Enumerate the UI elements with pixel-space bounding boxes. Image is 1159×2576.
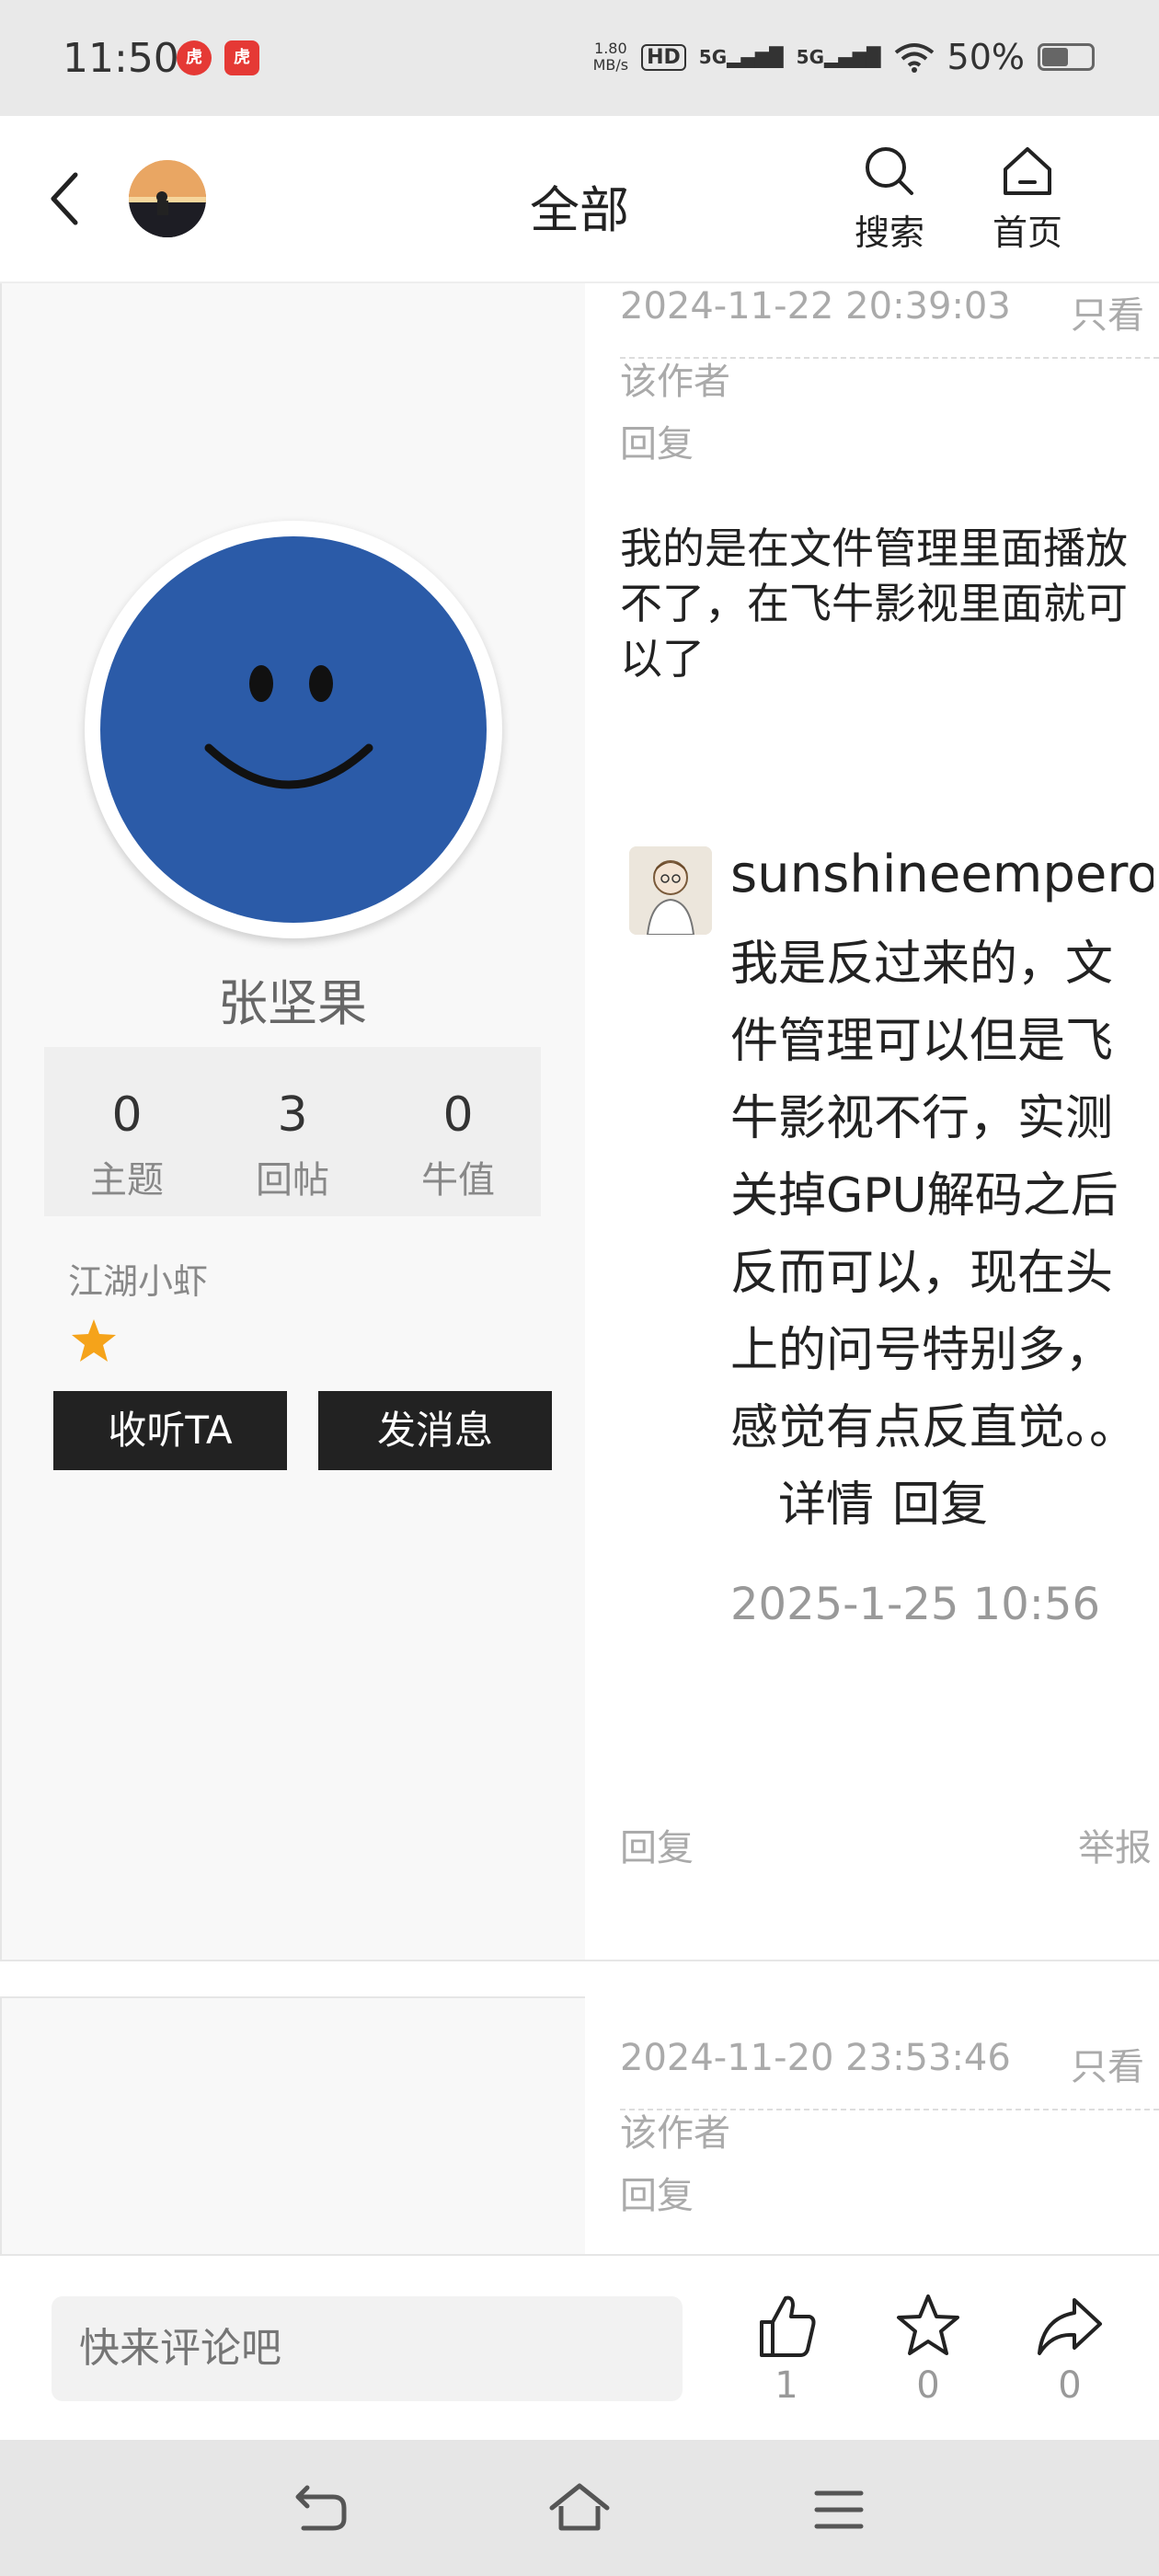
author-stats: 0 主题 3 回帖 0 牛值: [44, 1047, 541, 1216]
favorite-button[interactable]: 0: [878, 2293, 979, 2407]
only-author-link[interactable]: 该作者: [620, 2103, 730, 2156]
back-arrow-icon[interactable]: [46, 171, 83, 226]
home-button[interactable]: 首页: [977, 144, 1078, 255]
search-icon: [866, 147, 913, 195]
post-timestamp: 2024-11-20 23:53:46: [620, 2037, 1011, 2079]
status-indicators: 1.80 MB/s HD 5G▂▄▆█ 5G▂▄▆█ 50%: [593, 37, 1095, 77]
hupu-icon: 虎: [224, 40, 259, 75]
details-link[interactable]: 详情: [778, 1478, 874, 1533]
share-count: 0: [1058, 2364, 1082, 2407]
battery-percent: 50%: [947, 37, 1025, 77]
stat-topics[interactable]: 0 主题: [44, 1047, 210, 1216]
reply-username[interactable]: sunshineemperor: [730, 845, 1153, 904]
only-author-link[interactable]: 该作者: [620, 351, 730, 405]
menu-nav-icon[interactable]: [813, 2488, 865, 2532]
system-nav-bar: [0, 2440, 1159, 2576]
post-body: 我的是在文件管理里面播放不了，在飞牛影视里面就可以了: [620, 523, 1128, 684]
share-button[interactable]: 0: [1019, 2293, 1120, 2407]
post-timestamp: 2024-11-22 20:39:03: [620, 285, 1011, 328]
post-divider: [0, 1960, 1159, 1998]
star-outline-icon: [897, 2294, 959, 2355]
author-rank: 江湖小虾: [68, 1261, 209, 1302]
comment-bar: 1 0 0: [0, 2254, 1159, 2440]
back-nav-icon[interactable]: [293, 2480, 350, 2536]
reply-time: 2025-1-25 10:56: [730, 1579, 1100, 1630]
only-author-link[interactable]: 只看: [1071, 285, 1144, 339]
like-count: 1: [775, 2364, 798, 2407]
author-panel: [0, 1996, 585, 2254]
follow-button[interactable]: 收听TA: [53, 1391, 287, 1470]
favorite-count: 0: [916, 2364, 940, 2407]
reply-link[interactable]: 回复: [892, 1478, 988, 1533]
battery-icon: [1038, 43, 1095, 71]
reply-body: 我是反过来的，文件管理可以但是飞牛影视不行，实测关掉GPU解码之后反而可以，现在…: [730, 937, 1138, 1533]
comment-input[interactable]: [52, 2296, 683, 2401]
search-button[interactable]: 搜索: [839, 144, 940, 255]
hd-icon: HD: [641, 43, 686, 71]
star-icon: [72, 1319, 116, 1362]
reply-link[interactable]: 回复: [620, 2166, 694, 2219]
home-label: 首页: [992, 213, 1062, 253]
page-title[interactable]: 全部: [530, 181, 629, 239]
only-author-link[interactable]: 只看: [1071, 2037, 1144, 2090]
reply-user-avatar[interactable]: [629, 846, 712, 935]
smiley-face-icon: [100, 536, 487, 923]
search-label: 搜索: [854, 213, 924, 253]
report-button[interactable]: 举报: [1078, 1818, 1152, 1871]
thumbs-up-icon: [760, 2295, 816, 2357]
hupu-icon: 虎: [177, 40, 212, 75]
status-time: 11:50: [63, 35, 179, 82]
wifi-icon: [894, 43, 934, 73]
reply-button[interactable]: 回复: [620, 1818, 694, 1871]
signal-icon: 5G▂▄▆█: [698, 46, 784, 68]
share-icon: [1038, 2298, 1102, 2355]
author-avatar[interactable]: [85, 521, 502, 938]
signal-icon: 5G▂▄▆█: [796, 46, 881, 68]
reply-link[interactable]: 回复: [620, 414, 694, 467]
home-nav-icon[interactable]: [548, 2482, 611, 2534]
stat-replies[interactable]: 3 回帖: [210, 1047, 375, 1216]
author-name[interactable]: 张坚果: [0, 962, 585, 1035]
user-avatar[interactable]: [129, 160, 206, 237]
message-button[interactable]: 发消息: [318, 1391, 552, 1470]
net-speed: 1.80 MB/s: [592, 40, 629, 74]
status-bar: 11:50 虎 虎 1.80 MB/s HD 5G▂▄▆█ 5G▂▄▆█ 50%: [0, 0, 1159, 116]
top-header: 全部 搜索 首页: [0, 116, 1159, 283]
home-icon: [1004, 147, 1051, 195]
like-button[interactable]: 1: [736, 2293, 837, 2407]
stat-points[interactable]: 0 牛值: [375, 1047, 541, 1216]
